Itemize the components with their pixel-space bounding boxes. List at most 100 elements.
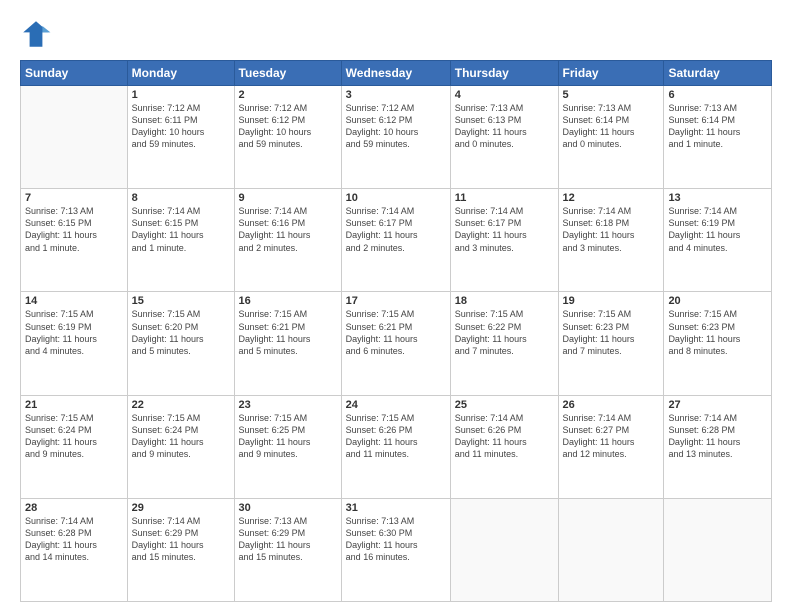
- day-info: Sunrise: 7:14 AM Sunset: 6:19 PM Dayligh…: [668, 205, 767, 254]
- day-cell: 2Sunrise: 7:12 AM Sunset: 6:12 PM Daylig…: [234, 86, 341, 189]
- day-cell: 22Sunrise: 7:15 AM Sunset: 6:24 PM Dayli…: [127, 395, 234, 498]
- day-cell: 9Sunrise: 7:14 AM Sunset: 6:16 PM Daylig…: [234, 189, 341, 292]
- day-number: 27: [668, 399, 767, 411]
- day-number: 20: [668, 295, 767, 307]
- day-cell: 16Sunrise: 7:15 AM Sunset: 6:21 PM Dayli…: [234, 292, 341, 395]
- day-number: 17: [346, 295, 446, 307]
- day-info: Sunrise: 7:13 AM Sunset: 6:13 PM Dayligh…: [455, 102, 554, 151]
- day-number: 30: [239, 502, 337, 514]
- day-info: Sunrise: 7:13 AM Sunset: 6:15 PM Dayligh…: [25, 205, 123, 254]
- day-number: 10: [346, 192, 446, 204]
- day-info: Sunrise: 7:14 AM Sunset: 6:26 PM Dayligh…: [455, 412, 554, 461]
- day-cell: 30Sunrise: 7:13 AM Sunset: 6:29 PM Dayli…: [234, 498, 341, 601]
- day-cell: 20Sunrise: 7:15 AM Sunset: 6:23 PM Dayli…: [664, 292, 772, 395]
- day-cell: 27Sunrise: 7:14 AM Sunset: 6:28 PM Dayli…: [664, 395, 772, 498]
- day-info: Sunrise: 7:14 AM Sunset: 6:16 PM Dayligh…: [239, 205, 337, 254]
- day-number: 22: [132, 399, 230, 411]
- day-number: 14: [25, 295, 123, 307]
- day-number: 19: [563, 295, 660, 307]
- day-number: 2: [239, 89, 337, 101]
- day-number: 8: [132, 192, 230, 204]
- day-number: 15: [132, 295, 230, 307]
- day-info: Sunrise: 7:12 AM Sunset: 6:11 PM Dayligh…: [132, 102, 230, 151]
- day-cell: [558, 498, 664, 601]
- day-info: Sunrise: 7:14 AM Sunset: 6:17 PM Dayligh…: [346, 205, 446, 254]
- day-info: Sunrise: 7:14 AM Sunset: 6:27 PM Dayligh…: [563, 412, 660, 461]
- day-number: 12: [563, 192, 660, 204]
- day-cell: 15Sunrise: 7:15 AM Sunset: 6:20 PM Dayli…: [127, 292, 234, 395]
- day-cell: 3Sunrise: 7:12 AM Sunset: 6:12 PM Daylig…: [341, 86, 450, 189]
- day-number: 11: [455, 192, 554, 204]
- week-row-4: 21Sunrise: 7:15 AM Sunset: 6:24 PM Dayli…: [21, 395, 772, 498]
- day-cell: 29Sunrise: 7:14 AM Sunset: 6:29 PM Dayli…: [127, 498, 234, 601]
- day-cell: 12Sunrise: 7:14 AM Sunset: 6:18 PM Dayli…: [558, 189, 664, 292]
- day-cell: [21, 86, 128, 189]
- day-info: Sunrise: 7:12 AM Sunset: 6:12 PM Dayligh…: [239, 102, 337, 151]
- week-row-2: 7Sunrise: 7:13 AM Sunset: 6:15 PM Daylig…: [21, 189, 772, 292]
- day-info: Sunrise: 7:15 AM Sunset: 6:22 PM Dayligh…: [455, 308, 554, 357]
- day-number: 25: [455, 399, 554, 411]
- header-friday: Friday: [558, 61, 664, 86]
- day-number: 18: [455, 295, 554, 307]
- day-cell: 23Sunrise: 7:15 AM Sunset: 6:25 PM Dayli…: [234, 395, 341, 498]
- day-number: 28: [25, 502, 123, 514]
- day-info: Sunrise: 7:13 AM Sunset: 6:29 PM Dayligh…: [239, 515, 337, 564]
- day-info: Sunrise: 7:14 AM Sunset: 6:28 PM Dayligh…: [25, 515, 123, 564]
- day-cell: 18Sunrise: 7:15 AM Sunset: 6:22 PM Dayli…: [450, 292, 558, 395]
- day-info: Sunrise: 7:13 AM Sunset: 6:30 PM Dayligh…: [346, 515, 446, 564]
- day-info: Sunrise: 7:15 AM Sunset: 6:23 PM Dayligh…: [668, 308, 767, 357]
- day-number: 24: [346, 399, 446, 411]
- day-number: 26: [563, 399, 660, 411]
- day-cell: 1Sunrise: 7:12 AM Sunset: 6:11 PM Daylig…: [127, 86, 234, 189]
- day-cell: 8Sunrise: 7:14 AM Sunset: 6:15 PM Daylig…: [127, 189, 234, 292]
- day-cell: 19Sunrise: 7:15 AM Sunset: 6:23 PM Dayli…: [558, 292, 664, 395]
- header-saturday: Saturday: [664, 61, 772, 86]
- calendar: SundayMondayTuesdayWednesdayThursdayFrid…: [20, 60, 772, 602]
- day-number: 1: [132, 89, 230, 101]
- day-cell: [664, 498, 772, 601]
- day-number: 23: [239, 399, 337, 411]
- week-row-5: 28Sunrise: 7:14 AM Sunset: 6:28 PM Dayli…: [21, 498, 772, 601]
- day-info: Sunrise: 7:15 AM Sunset: 6:21 PM Dayligh…: [239, 308, 337, 357]
- day-cell: 24Sunrise: 7:15 AM Sunset: 6:26 PM Dayli…: [341, 395, 450, 498]
- day-cell: 21Sunrise: 7:15 AM Sunset: 6:24 PM Dayli…: [21, 395, 128, 498]
- calendar-header-row: SundayMondayTuesdayWednesdayThursdayFrid…: [21, 61, 772, 86]
- header: [20, 18, 772, 50]
- day-cell: 6Sunrise: 7:13 AM Sunset: 6:14 PM Daylig…: [664, 86, 772, 189]
- day-info: Sunrise: 7:15 AM Sunset: 6:25 PM Dayligh…: [239, 412, 337, 461]
- day-number: 31: [346, 502, 446, 514]
- day-number: 13: [668, 192, 767, 204]
- day-number: 29: [132, 502, 230, 514]
- day-number: 9: [239, 192, 337, 204]
- day-info: Sunrise: 7:14 AM Sunset: 6:29 PM Dayligh…: [132, 515, 230, 564]
- day-info: Sunrise: 7:15 AM Sunset: 6:24 PM Dayligh…: [132, 412, 230, 461]
- day-cell: 13Sunrise: 7:14 AM Sunset: 6:19 PM Dayli…: [664, 189, 772, 292]
- day-number: 3: [346, 89, 446, 101]
- day-info: Sunrise: 7:15 AM Sunset: 6:21 PM Dayligh…: [346, 308, 446, 357]
- day-info: Sunrise: 7:13 AM Sunset: 6:14 PM Dayligh…: [563, 102, 660, 151]
- day-info: Sunrise: 7:14 AM Sunset: 6:18 PM Dayligh…: [563, 205, 660, 254]
- day-cell: 26Sunrise: 7:14 AM Sunset: 6:27 PM Dayli…: [558, 395, 664, 498]
- day-number: 6: [668, 89, 767, 101]
- page: SundayMondayTuesdayWednesdayThursdayFrid…: [0, 0, 792, 612]
- header-thursday: Thursday: [450, 61, 558, 86]
- day-cell: 28Sunrise: 7:14 AM Sunset: 6:28 PM Dayli…: [21, 498, 128, 601]
- day-cell: 17Sunrise: 7:15 AM Sunset: 6:21 PM Dayli…: [341, 292, 450, 395]
- header-tuesday: Tuesday: [234, 61, 341, 86]
- day-cell: 4Sunrise: 7:13 AM Sunset: 6:13 PM Daylig…: [450, 86, 558, 189]
- week-row-3: 14Sunrise: 7:15 AM Sunset: 6:19 PM Dayli…: [21, 292, 772, 395]
- day-info: Sunrise: 7:13 AM Sunset: 6:14 PM Dayligh…: [668, 102, 767, 151]
- week-row-1: 1Sunrise: 7:12 AM Sunset: 6:11 PM Daylig…: [21, 86, 772, 189]
- day-number: 16: [239, 295, 337, 307]
- day-info: Sunrise: 7:15 AM Sunset: 6:23 PM Dayligh…: [563, 308, 660, 357]
- header-monday: Monday: [127, 61, 234, 86]
- day-info: Sunrise: 7:14 AM Sunset: 6:28 PM Dayligh…: [668, 412, 767, 461]
- day-cell: 5Sunrise: 7:13 AM Sunset: 6:14 PM Daylig…: [558, 86, 664, 189]
- day-info: Sunrise: 7:12 AM Sunset: 6:12 PM Dayligh…: [346, 102, 446, 151]
- day-info: Sunrise: 7:15 AM Sunset: 6:26 PM Dayligh…: [346, 412, 446, 461]
- logo-icon: [20, 18, 52, 50]
- day-info: Sunrise: 7:15 AM Sunset: 6:20 PM Dayligh…: [132, 308, 230, 357]
- logo: [20, 18, 56, 50]
- day-cell: 10Sunrise: 7:14 AM Sunset: 6:17 PM Dayli…: [341, 189, 450, 292]
- header-wednesday: Wednesday: [341, 61, 450, 86]
